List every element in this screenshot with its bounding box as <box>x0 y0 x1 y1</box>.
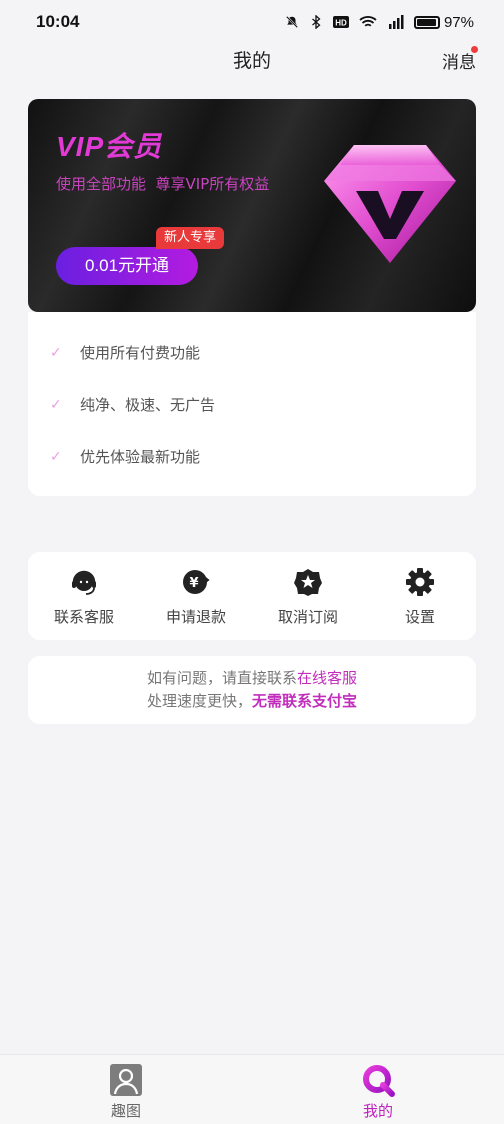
q-logo-icon <box>363 1065 395 1097</box>
mute-bell-icon <box>285 15 298 29</box>
contact-support-button[interactable]: 联系客服 <box>28 552 140 640</box>
bottom-tab-bar: 趣图 我的 <box>0 1054 504 1124</box>
cancel-subscription-label: 取消订阅 <box>277 608 338 626</box>
check-icon: ✓ <box>50 396 62 413</box>
vip-open-button[interactable]: 0.01元开通 <box>56 247 198 285</box>
request-refund-button[interactable]: ¥ 申请退款 <box>140 552 252 640</box>
new-user-badge: 新人专享 <box>156 227 225 249</box>
status-bar: 10:04 HD 97% <box>0 0 504 44</box>
battery: 97% <box>413 13 474 31</box>
cellular-signal-icon <box>388 15 404 29</box>
notice-line-1: 如有问题，请直接联系在线客服 <box>28 667 476 690</box>
svg-text:¥: ¥ <box>189 576 198 591</box>
wifi-icon <box>359 16 377 27</box>
refund-icon: ¥ <box>183 570 210 594</box>
headset-icon <box>72 570 96 595</box>
tab-qutu[interactable]: 趣图 <box>0 1055 252 1124</box>
settings-label: 设置 <box>404 608 435 626</box>
vip-benefits-list: ✓ 使用所有付费功能 ✓ 纯净、极速、无广告 ✓ 优先体验最新功能 <box>28 312 476 496</box>
benefit-label: 优先体验最新功能 <box>80 448 201 466</box>
battery-percent: 97% <box>443 13 474 31</box>
bluetooth-icon <box>312 15 321 29</box>
vip-subtitle: 使用全部功能 尊享VIP所有权益 <box>56 175 270 193</box>
no-alipay-note: 无需联系支付宝 <box>252 692 358 710</box>
benefit-label: 纯净、极速、无广告 <box>80 396 216 414</box>
settings-button[interactable]: 设置 <box>364 552 476 640</box>
check-icon: ✓ <box>50 344 62 361</box>
unread-dot <box>471 46 478 53</box>
benefit-item: ✓ 优先体验最新功能 <box>50 446 200 467</box>
star-badge-icon <box>294 569 322 596</box>
status-icons: HD 97% <box>284 14 474 31</box>
gear-icon <box>406 568 434 596</box>
action-grid: 联系客服 ¥ 申请退款 取消订阅 设置 <box>28 552 476 640</box>
benefit-label: 使用所有付费功能 <box>80 344 201 362</box>
diamond-v-icon <box>324 145 456 263</box>
vip-banner[interactable]: VIP会员 使用全部功能 尊享VIP所有权益 0.01元开通 新人专享 <box>28 99 476 312</box>
hd-icon: HD <box>332 16 349 28</box>
vip-title: VIP会员 <box>56 131 163 162</box>
contact-support-label: 联系客服 <box>53 608 114 626</box>
support-notice: 如有问题，请直接联系在线客服 处理速度更快，无需联系支付宝 <box>28 656 476 724</box>
request-refund-label: 申请退款 <box>165 608 226 626</box>
notice-line-2: 处理速度更快，无需联系支付宝 <box>28 690 476 713</box>
battery-icon <box>413 15 440 29</box>
benefit-item: ✓ 使用所有付费功能 <box>50 342 200 363</box>
nav-bar: 我的 消息 <box>0 44 504 78</box>
page-title: 我的 <box>232 50 271 72</box>
benefit-item: ✓ 纯净、极速、无广告 <box>50 394 215 415</box>
status-time: 10:04 <box>36 12 80 31</box>
tab-mine-label: 我的 <box>362 1102 393 1120</box>
notice-line-2-text: 处理速度更快， <box>146 692 252 710</box>
online-support-link[interactable]: 在线客服 <box>297 669 357 687</box>
cancel-subscription-button[interactable]: 取消订阅 <box>252 552 364 640</box>
tab-mine[interactable]: 我的 <box>252 1055 504 1124</box>
check-icon: ✓ <box>50 448 62 465</box>
tab-qutu-label: 趣图 <box>110 1102 141 1120</box>
notice-line-1-text: 如有问题，请直接联系 <box>146 669 297 687</box>
person-icon <box>110 1064 142 1096</box>
svg-text:HD: HD <box>335 19 347 28</box>
